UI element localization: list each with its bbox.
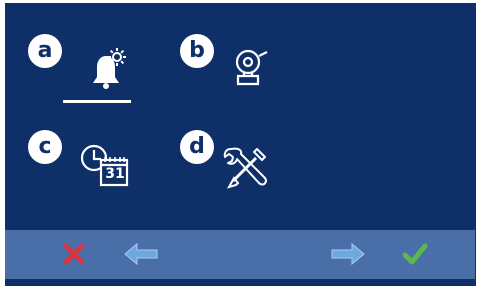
badge-a: a — [28, 34, 62, 68]
ringer-bell-icon[interactable] — [232, 46, 272, 90]
confirm-check-icon[interactable] — [402, 242, 428, 266]
calendar-day-number: 31 — [105, 166, 125, 182]
badge-b: b — [180, 34, 214, 68]
arrow-right-icon[interactable] — [330, 242, 366, 266]
selection-underline — [63, 100, 131, 103]
cancel-x-icon[interactable] — [63, 243, 85, 265]
arrow-left-icon[interactable] — [123, 242, 159, 266]
wrench-screwdriver-icon[interactable] — [221, 143, 271, 193]
bell-gear-icon[interactable] — [85, 43, 135, 93]
clock-calendar-icon[interactable]: 31 — [79, 143, 133, 189]
bottom-toolbar — [5, 230, 475, 279]
badge-d: d — [180, 130, 214, 164]
badge-c: c — [28, 130, 62, 164]
